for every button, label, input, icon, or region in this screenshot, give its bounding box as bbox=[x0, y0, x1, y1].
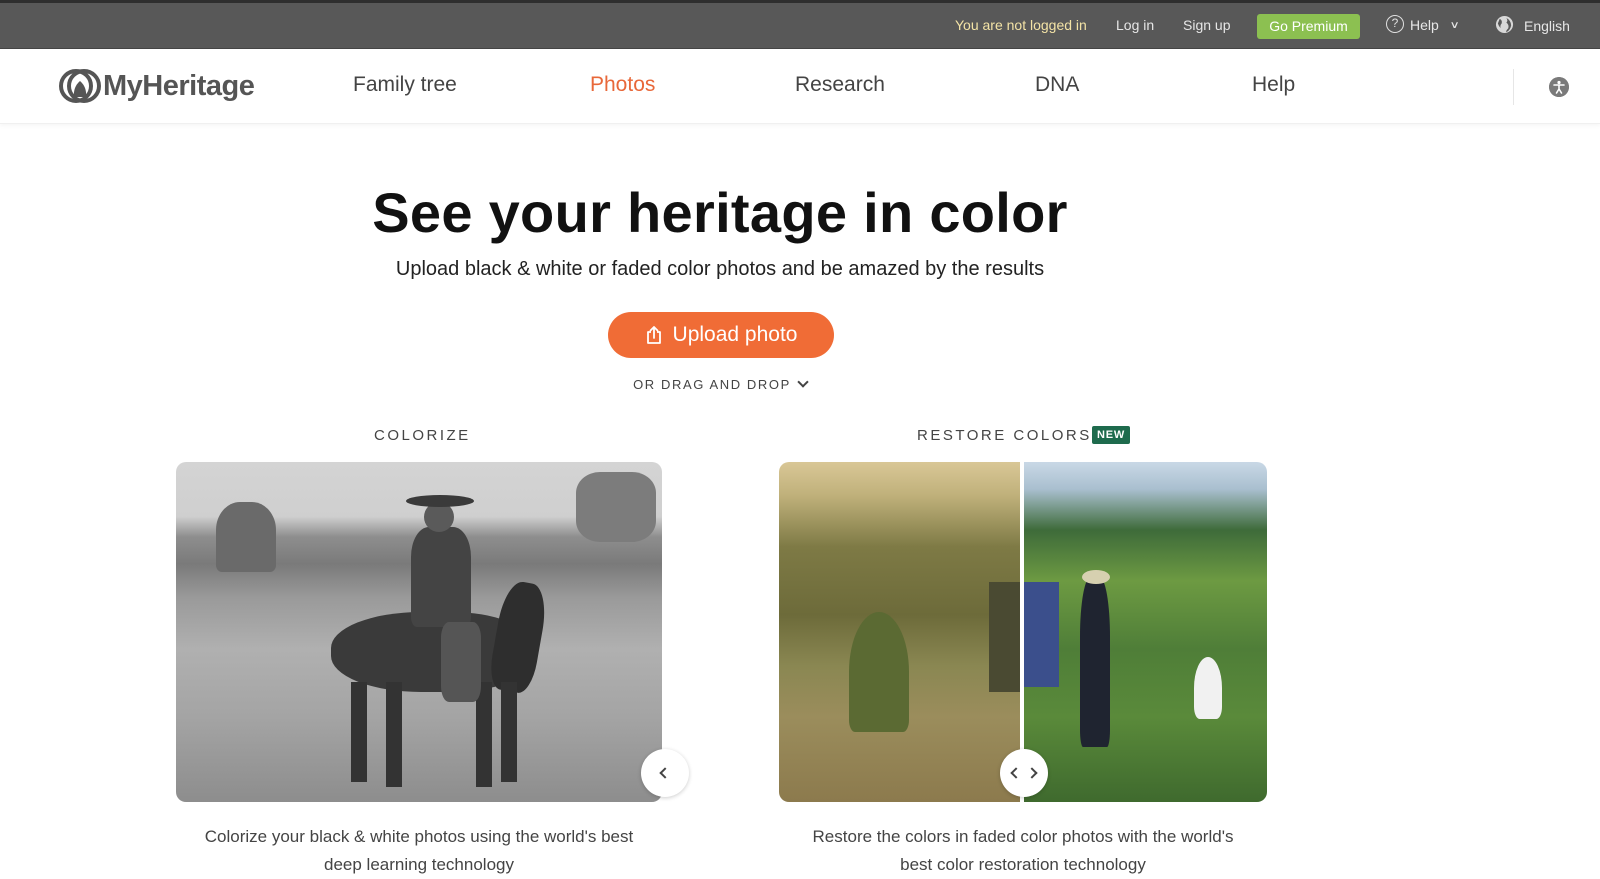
nav-divider bbox=[1513, 69, 1514, 105]
new-badge: NEW bbox=[1092, 426, 1131, 444]
main-navigation: MyHeritage Family tree Photos Research D… bbox=[0, 49, 1600, 124]
nav-family-tree[interactable]: Family tree bbox=[353, 73, 457, 97]
drag-and-drop-label: OR DRAG AND DROP bbox=[633, 377, 791, 392]
nav-dna[interactable]: DNA bbox=[1035, 73, 1079, 97]
language-selector[interactable]: English bbox=[1495, 15, 1570, 34]
colorize-caption-line-2: deep learning technology bbox=[324, 855, 514, 874]
chevron-left-icon bbox=[1010, 767, 1022, 779]
restore-colors-section-label: RESTORE COLORS bbox=[917, 427, 1092, 444]
drag-and-drop-toggle[interactable]: OR DRAG AND DROP bbox=[0, 376, 1440, 392]
brand-name: MyHeritage bbox=[103, 69, 255, 102]
chevron-down-icon bbox=[797, 376, 809, 388]
colorize-caption: Colorize your black & white photos using… bbox=[176, 823, 662, 879]
help-menu[interactable]: ? Help ∨ bbox=[1386, 15, 1460, 33]
nav-help[interactable]: Help bbox=[1252, 73, 1295, 97]
colorize-caption-line-1: Colorize your black & white photos using… bbox=[204, 827, 634, 846]
login-status-text: You are not logged in bbox=[955, 17, 1087, 33]
page-subtitle: Upload black & white or faded color phot… bbox=[395, 258, 1045, 280]
upload-photo-button[interactable]: Upload photo bbox=[608, 312, 834, 358]
top-utility-bar: You are not logged in Log in Sign up Go … bbox=[0, 0, 1600, 49]
help-menu-label: Help bbox=[1410, 17, 1439, 33]
restore-caption-line-1: Restore the colors in faded color photos… bbox=[812, 827, 1234, 846]
restored-photo-half bbox=[1024, 462, 1267, 802]
go-premium-button[interactable]: Go Premium bbox=[1257, 14, 1360, 39]
logo-mark-icon bbox=[59, 69, 101, 103]
restore-caption: Restore the colors in faded color photos… bbox=[779, 823, 1267, 879]
colorize-section-label: COLORIZE bbox=[374, 427, 471, 444]
language-label: English bbox=[1524, 17, 1570, 34]
chevron-left-icon bbox=[659, 767, 671, 779]
colorize-sample-photo bbox=[176, 462, 662, 802]
signup-link[interactable]: Sign up bbox=[1183, 17, 1230, 33]
upload-photo-label: Upload photo bbox=[672, 323, 798, 346]
nav-research[interactable]: Research bbox=[795, 73, 885, 97]
restore-caption-line-2: best color restoration technology bbox=[900, 855, 1146, 874]
compare-slider-handle[interactable] bbox=[641, 749, 689, 797]
page-title: See your heritage in color bbox=[372, 181, 1068, 244]
globe-icon bbox=[1495, 15, 1514, 34]
faded-photo-half bbox=[779, 462, 1020, 802]
accessibility-icon[interactable] bbox=[1549, 77, 1569, 97]
question-icon: ? bbox=[1386, 15, 1404, 33]
chevron-right-icon bbox=[1026, 767, 1038, 779]
chevron-down-icon: ∨ bbox=[1449, 19, 1460, 31]
compare-slider-handle[interactable] bbox=[1000, 749, 1048, 797]
login-link[interactable]: Log in bbox=[1116, 17, 1154, 33]
nav-photos[interactable]: Photos bbox=[590, 73, 655, 97]
upload-icon bbox=[646, 326, 661, 344]
myheritage-logo[interactable]: MyHeritage bbox=[59, 69, 255, 103]
